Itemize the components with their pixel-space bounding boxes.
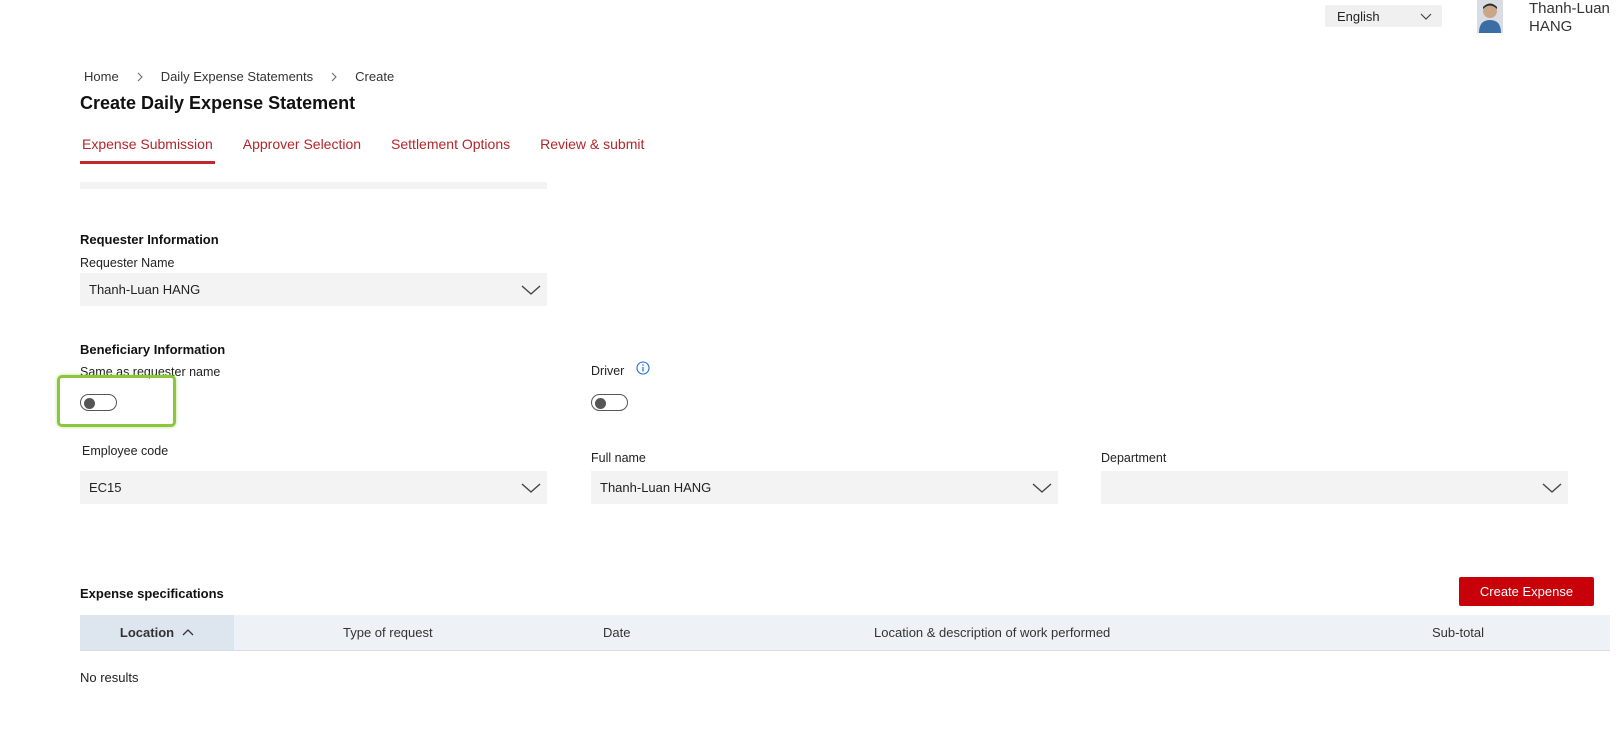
department-select[interactable] <box>1101 471 1568 504</box>
column-header-date[interactable]: Date <box>603 615 630 650</box>
chevron-right-icon <box>331 72 337 81</box>
expenses-table-header: Location Type of request Date Location &… <box>80 615 1610 651</box>
requester-name-value: Thanh-Luan HANG <box>89 282 201 297</box>
tab-settlement-options[interactable]: Settlement Options <box>389 136 512 164</box>
column-header-sub-total[interactable]: Sub-total <box>1432 615 1484 650</box>
employee-code-label: Employee code <box>82 444 169 458</box>
avatar[interactable] <box>1477 0 1503 33</box>
requester-name-select[interactable]: Thanh-Luan HANG <box>80 273 547 306</box>
language-select[interactable]: English <box>1325 5 1442 27</box>
chevron-down-icon <box>521 284 541 295</box>
step-tabs: Expense Submission Approver Selection Se… <box>80 136 672 164</box>
tab-approver-selection[interactable]: Approver Selection <box>241 136 363 164</box>
sort-ascending-icon <box>182 628 194 635</box>
info-icon[interactable] <box>636 361 650 375</box>
department-label: Department <box>1101 451 1167 465</box>
user-name[interactable]: Thanh-Luan HANG <box>1529 0 1610 36</box>
breadcrumb-home[interactable]: Home <box>84 69 119 84</box>
column-header-location[interactable]: Location <box>80 615 234 650</box>
column-header-type-of-request[interactable]: Type of request <box>343 615 433 650</box>
beneficiary-section-title: Beneficiary Information <box>80 342 226 357</box>
tabs-divider <box>80 182 547 189</box>
breadcrumb-create: Create <box>355 69 395 84</box>
driver-toggle[interactable] <box>591 394 628 411</box>
focus-highlight <box>57 375 176 427</box>
tab-review-submit[interactable]: Review & submit <box>538 136 646 164</box>
chevron-right-icon <box>137 72 143 81</box>
full-name-label: Full name <box>591 451 646 465</box>
column-label-location: Location <box>119 625 175 640</box>
chevron-down-icon <box>1420 13 1432 20</box>
tab-expense-submission[interactable]: Expense Submission <box>80 136 215 164</box>
language-value: English <box>1337 8 1380 24</box>
empty-table-message: No results <box>80 670 139 685</box>
employee-code-select[interactable]: EC15 <box>80 471 547 504</box>
column-header-location-description[interactable]: Location & description of work performed <box>874 615 1110 650</box>
page-title: Create Daily Expense Statement <box>80 93 356 113</box>
breadcrumb: Home Daily Expense Statements Create <box>84 69 394 84</box>
full-name-value: Thanh-Luan HANG <box>600 480 712 495</box>
driver-label: Driver <box>591 364 625 378</box>
expense-specifications-title: Expense specifications <box>80 586 224 601</box>
employee-code-value: EC15 <box>89 480 122 495</box>
chevron-down-icon <box>1032 482 1052 493</box>
requester-name-label: Requester Name <box>80 256 175 270</box>
breadcrumb-daily-expense-statements[interactable]: Daily Expense Statements <box>161 69 313 84</box>
create-expense-button[interactable]: Create Expense <box>1459 577 1594 606</box>
requester-section-title: Requester Information <box>80 232 219 247</box>
full-name-select[interactable]: Thanh-Luan HANG <box>591 471 1058 504</box>
chevron-down-icon <box>521 482 541 493</box>
chevron-down-icon <box>1542 482 1562 493</box>
toggle-knob <box>595 397 606 409</box>
